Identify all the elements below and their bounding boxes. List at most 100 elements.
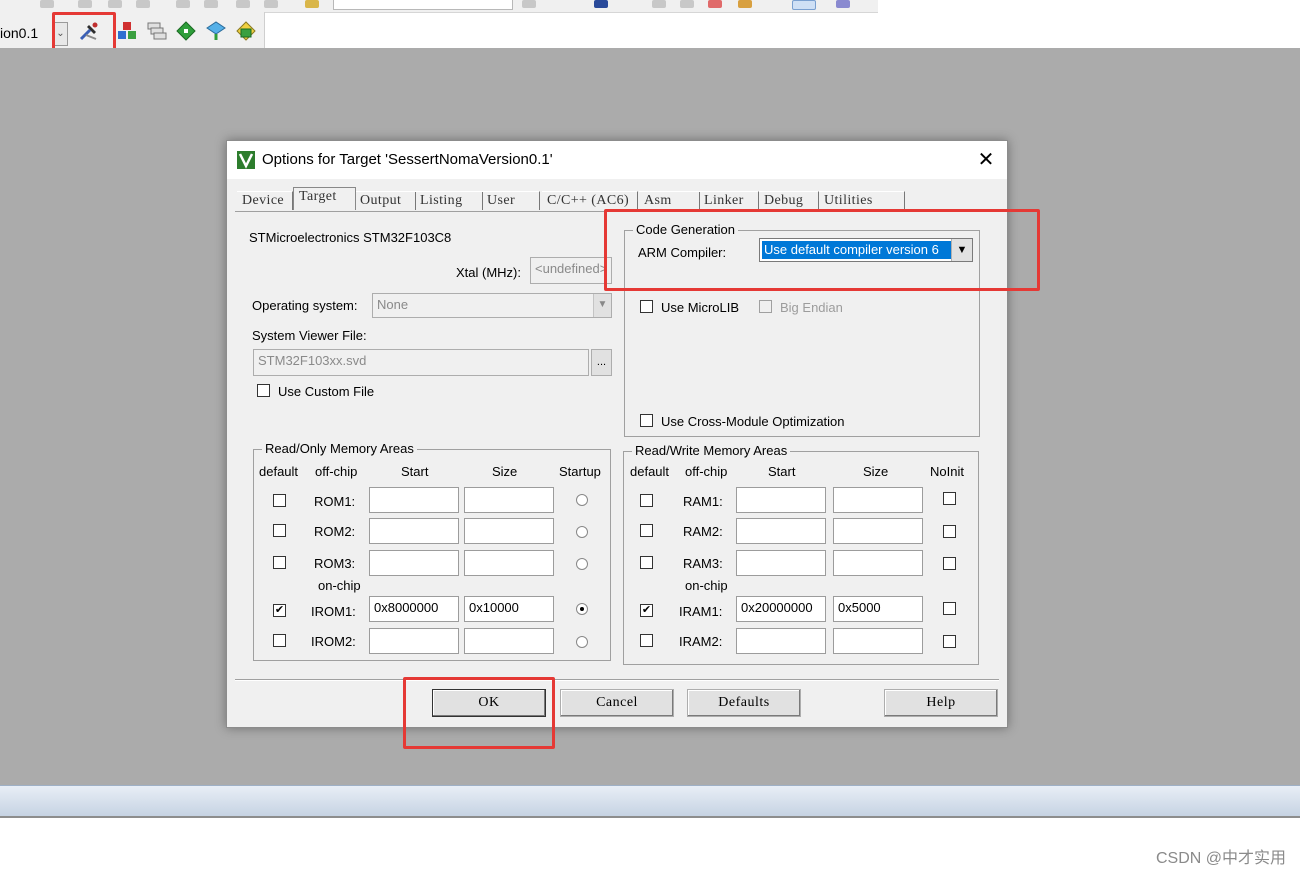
button-separator xyxy=(235,679,999,681)
ram-header-default: default xyxy=(630,464,670,479)
rom1-default-checkbox[interactable] xyxy=(273,494,286,507)
tab-listing[interactable]: Listing xyxy=(415,191,483,210)
toolbar-icon[interactable] xyxy=(176,0,190,8)
iram1-noinit-checkbox[interactable] xyxy=(943,602,956,615)
rom-onchip-label: on-chip xyxy=(318,578,361,593)
tab-utilities[interactable]: Utilities xyxy=(819,191,905,210)
ram1-noinit-checkbox[interactable] xyxy=(943,492,956,505)
irom2-label: IROM2: xyxy=(311,634,356,649)
rom1-start-field[interactable] xyxy=(369,487,459,513)
tab-debug[interactable]: Debug xyxy=(759,191,819,210)
xtal-label: Xtal (MHz): xyxy=(456,265,521,280)
toolbar-icon[interactable] xyxy=(708,0,722,8)
tab-target[interactable]: Target xyxy=(293,187,356,210)
os-select[interactable]: None ▼ xyxy=(372,293,612,318)
iram1-size-field[interactable]: 0x5000 xyxy=(833,596,923,622)
ram2-start-field[interactable] xyxy=(736,518,826,544)
rom-header-size: Size xyxy=(492,464,518,479)
use-custom-file-checkbox[interactable] xyxy=(257,384,270,397)
ram1-start-field[interactable] xyxy=(736,487,826,513)
cross-module-checkbox[interactable] xyxy=(640,414,653,427)
rom2-size-field[interactable] xyxy=(464,518,554,544)
rom3-startup-radio[interactable] xyxy=(576,558,588,570)
ram2-noinit-checkbox[interactable] xyxy=(943,525,956,538)
tab-linker[interactable]: Linker xyxy=(699,191,759,210)
defaults-button[interactable]: Defaults xyxy=(687,689,801,717)
manage-run-time-environment-icon[interactable] xyxy=(175,20,197,42)
rom2-startup-radio[interactable] xyxy=(576,526,588,538)
ram-header-offchip: off-chip xyxy=(685,464,728,479)
toolbar-icon[interactable] xyxy=(264,0,278,8)
pack-installer-icon[interactable] xyxy=(205,20,227,42)
use-microlib-checkbox[interactable] xyxy=(640,300,653,313)
rom2-default-checkbox[interactable] xyxy=(273,524,286,537)
toolbar-icon[interactable] xyxy=(40,0,54,8)
ram3-default-checkbox[interactable] xyxy=(640,556,653,569)
ram-onchip-label: on-chip xyxy=(685,578,728,593)
toolbar-icon[interactable] xyxy=(738,0,752,8)
big-endian-checkbox[interactable] xyxy=(759,300,772,313)
irom1-start-field[interactable]: 0x8000000 xyxy=(369,596,459,622)
toolbar-icon[interactable] xyxy=(652,0,666,8)
os-label: Operating system: xyxy=(252,298,358,313)
ram3-size-field[interactable] xyxy=(833,550,923,576)
iram2-size-field[interactable] xyxy=(833,628,923,654)
irom1-size-field[interactable]: 0x10000 xyxy=(464,596,554,622)
tab-device[interactable]: Device xyxy=(237,191,293,210)
rom1-size-field[interactable] xyxy=(464,487,554,513)
os-value: None xyxy=(377,297,409,312)
toolbar-icon[interactable] xyxy=(108,0,122,8)
toolbar-icon[interactable] xyxy=(522,0,536,8)
iram2-default-checkbox[interactable] xyxy=(640,634,653,647)
dialog-titlebar[interactable]: Options for Target 'SessertNomaVersion0.… xyxy=(227,141,1007,179)
irom2-startup-radio[interactable] xyxy=(576,636,588,648)
iram2-start-field[interactable] xyxy=(736,628,826,654)
tab-cc-ac6[interactable]: C/C++ (AC6) xyxy=(542,191,638,210)
toolbar-icon[interactable] xyxy=(204,0,218,8)
toolbar-icon[interactable] xyxy=(680,0,694,8)
svd-browse-button[interactable]: ... xyxy=(591,349,612,376)
rom3-start-field[interactable] xyxy=(369,550,459,576)
toolbar-icon[interactable] xyxy=(305,0,319,8)
tab-user[interactable]: User xyxy=(482,191,540,210)
irom2-start-field[interactable] xyxy=(369,628,459,654)
find-combo[interactable] xyxy=(333,0,513,10)
ram1-size-field[interactable] xyxy=(833,487,923,513)
iram1-default-checkbox[interactable]: ✔ xyxy=(640,604,653,617)
toolbar-icon[interactable] xyxy=(78,0,92,8)
toolbar-icon[interactable] xyxy=(792,0,816,10)
irom2-size-field[interactable] xyxy=(464,628,554,654)
toolbar-icon[interactable] xyxy=(136,0,150,8)
ram3-noinit-checkbox[interactable] xyxy=(943,557,956,570)
toolbar-icon[interactable] xyxy=(236,0,250,8)
toolbar-icon[interactable] xyxy=(594,0,608,8)
tab-asm[interactable]: Asm xyxy=(639,191,700,210)
build-toolbar: ion0.1 ⌄ xyxy=(0,12,265,48)
rom3-default-checkbox[interactable] xyxy=(273,556,286,569)
tab-output[interactable]: Output xyxy=(355,191,416,210)
ram3-start-field[interactable] xyxy=(736,550,826,576)
cancel-button[interactable]: Cancel xyxy=(560,689,674,717)
toolbar-icon[interactable] xyxy=(836,0,850,8)
ram2-default-checkbox[interactable] xyxy=(640,524,653,537)
rom-header-startup: Startup xyxy=(559,464,601,479)
xtal-field[interactable]: <undefined> xyxy=(530,257,612,284)
irom2-default-checkbox[interactable] xyxy=(273,634,286,647)
event-recorder-icon[interactable] xyxy=(235,20,257,42)
irom1-startup-radio[interactable] xyxy=(576,603,588,615)
ram2-size-field[interactable] xyxy=(833,518,923,544)
chevron-down-icon[interactable]: ▼ xyxy=(593,294,611,317)
cross-module-label: Use Cross-Module Optimization xyxy=(661,414,845,429)
close-button[interactable]: ✕ xyxy=(971,145,1001,175)
ram1-default-checkbox[interactable] xyxy=(640,494,653,507)
rom3-size-field[interactable] xyxy=(464,550,554,576)
irom1-default-checkbox[interactable]: ✔ xyxy=(273,604,286,617)
iram1-start-field[interactable]: 0x20000000 xyxy=(736,596,826,622)
rom1-startup-radio[interactable] xyxy=(576,494,588,506)
select-packs-icon[interactable] xyxy=(145,20,167,42)
manage-project-items-icon[interactable] xyxy=(116,20,138,42)
help-button[interactable]: Help xyxy=(884,689,998,717)
svd-field[interactable]: STM32F103xx.svd xyxy=(253,349,589,376)
iram2-noinit-checkbox[interactable] xyxy=(943,635,956,648)
rom2-start-field[interactable] xyxy=(369,518,459,544)
